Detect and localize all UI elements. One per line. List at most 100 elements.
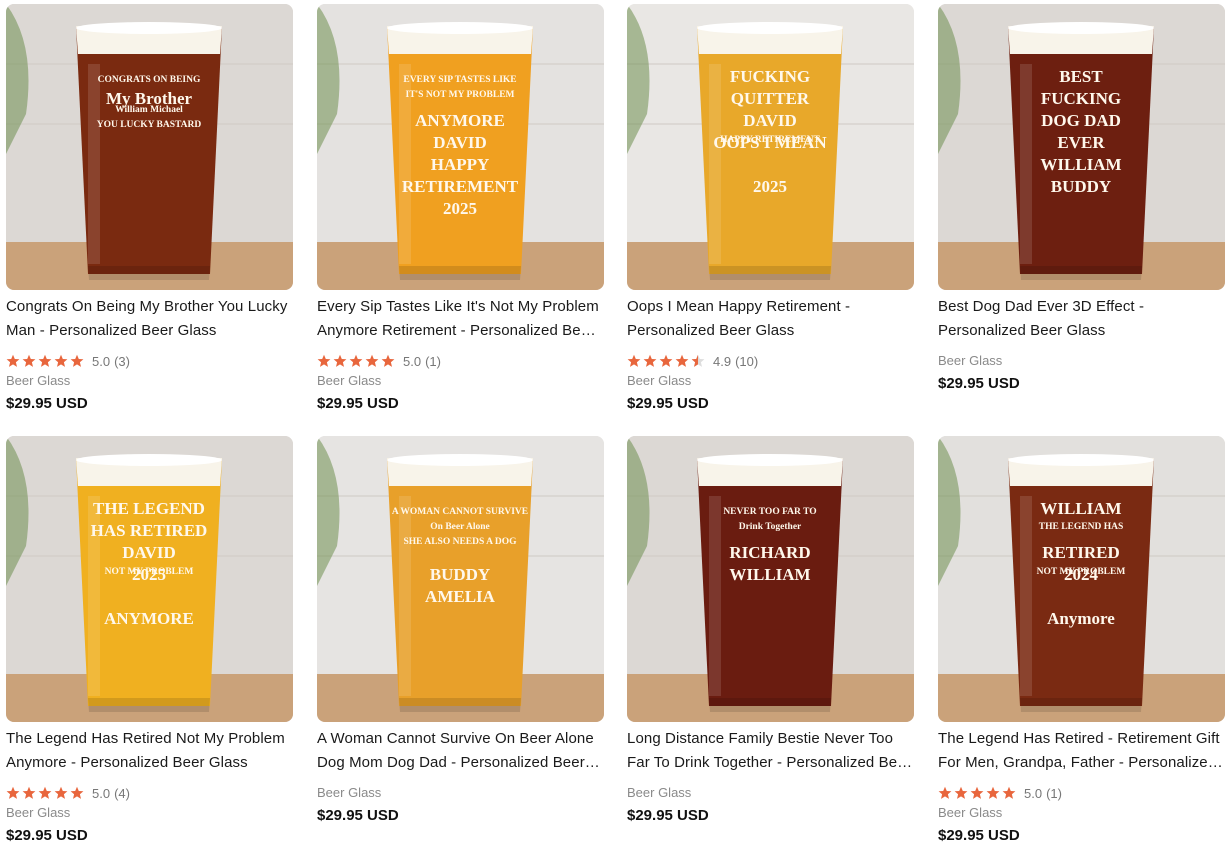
product-title[interactable]: The Legend Has Retired - Retirement Gift… bbox=[938, 727, 1225, 775]
product-thumbnail[interactable]: THE LEGEND HAS RETIRED DAVID 2025 NOT MY PRO… bbox=[6, 436, 293, 722]
product-image: BEST FUCKING DOG DAD EVER WILLIAM BUDDY bbox=[938, 4, 1225, 290]
glass-print-text: ANYMORE bbox=[415, 111, 505, 130]
product-card[interactable]: FUCKING QUITTER DAVID OOPS I MEAN HAPPY RETI… bbox=[627, 4, 914, 415]
glass-print-text: WILLIAM bbox=[1040, 499, 1121, 518]
glass-print-text: DAVID bbox=[433, 133, 487, 152]
star-icon bbox=[938, 786, 952, 799]
product-grid: CONGRATS ON BEING My Brother William Micha… bbox=[0, 0, 1226, 845]
glass-print-text: BUDDY bbox=[1051, 177, 1111, 196]
product-thumbnail[interactable]: EVERY SIP TASTES LIKE IT'S NOT MY PROBLEM… bbox=[317, 4, 604, 290]
glass-print-text: Anymore bbox=[1047, 609, 1115, 628]
star-icon bbox=[70, 354, 84, 367]
product-rating: 5.0 (1) bbox=[938, 784, 1225, 802]
product-thumbnail[interactable]: A WOMAN CANNOT SURVIVE On Beer Alone SHE A… bbox=[317, 436, 604, 722]
glass-print-text: QUITTER bbox=[731, 89, 810, 108]
product-image: FUCKINGQUITTERDAVIDOOPS I MEANHAPPY RETI… bbox=[627, 4, 914, 290]
star-rating bbox=[627, 354, 707, 368]
product-title[interactable]: Oops I Mean Happy Retirement - Personali… bbox=[627, 295, 914, 343]
product-title[interactable]: Every Sip Tastes Like It's Not My Proble… bbox=[317, 295, 604, 343]
glass-print-text: 2025 bbox=[443, 199, 477, 218]
product-category: Beer Glass bbox=[317, 785, 382, 800]
product-title[interactable]: The Legend Has Retired Not My Problem An… bbox=[6, 727, 293, 775]
glass-print-text: SHE ALSO NEEDS A DOG bbox=[404, 537, 518, 547]
glass-print-text: IT'S NOT MY PROBLEM bbox=[406, 90, 515, 100]
star-icon bbox=[659, 354, 673, 367]
product-thumbnail[interactable]: WILLIAM THE LEGEND HAS RETIRED 2024 NOT MY P… bbox=[938, 436, 1225, 722]
review-count: (3) bbox=[114, 353, 130, 369]
product-card[interactable]: EVERY SIP TASTES LIKE IT'S NOT MY PROBLEM… bbox=[317, 4, 604, 415]
product-card[interactable]: CONGRATS ON BEING My Brother William Micha… bbox=[6, 4, 293, 415]
star-icon bbox=[675, 354, 689, 367]
glass-print-text: EVERY SIP TASTES LIKE bbox=[403, 75, 516, 85]
glass-print-text: FUCKING bbox=[1041, 89, 1121, 108]
product-price: $29.95 USD bbox=[938, 827, 1020, 844]
product-title[interactable]: Long Distance Family Bestie Never Too Fa… bbox=[627, 727, 914, 775]
star-icon bbox=[970, 786, 984, 799]
product-category: Beer Glass bbox=[627, 785, 692, 800]
product-rating: 5.0 (3) bbox=[6, 352, 293, 370]
product-rating: 5.0 (1) bbox=[317, 352, 604, 370]
glass-print-text: DAVID bbox=[122, 543, 176, 562]
product-card[interactable]: THE LEGEND HAS RETIRED DAVID 2025 NOT MY PRO… bbox=[6, 436, 293, 845]
glass-print-text: Drink Together bbox=[739, 522, 802, 532]
product-card[interactable]: NEVER TOO FAR TO Drink Together RICHARD WIL… bbox=[627, 436, 914, 827]
rating-value: 5.0 bbox=[1024, 785, 1043, 801]
glass-print-text: YOU LUCKY BASTARD bbox=[97, 120, 202, 130]
star-icon bbox=[1002, 786, 1016, 799]
glass-print-text: BUDDY bbox=[430, 565, 490, 584]
product-card[interactable]: BEST FUCKING DOG DAD EVER WILLIAM BUDDY Best … bbox=[938, 4, 1225, 395]
product-card[interactable]: A WOMAN CANNOT SURVIVE On Beer Alone SHE A… bbox=[317, 436, 604, 827]
product-thumbnail[interactable]: BEST FUCKING DOG DAD EVER WILLIAM BUDDY bbox=[938, 4, 1225, 290]
product-image: CONGRATS ON BEINGMy BrotherWilliam Micha… bbox=[6, 4, 293, 290]
product-image: WILLIAMTHE LEGEND HASRETIRED2024NOT MY P… bbox=[938, 436, 1225, 722]
star-icon bbox=[381, 354, 395, 367]
glass-print-text: EVER bbox=[1057, 133, 1105, 152]
glass-print-text: WILLIAM bbox=[1040, 155, 1121, 174]
product-thumbnail[interactable]: CONGRATS ON BEING My Brother William Micha… bbox=[6, 4, 293, 290]
rating-value: 5.0 bbox=[92, 353, 111, 369]
star-icon bbox=[6, 354, 20, 367]
glass-print-text: DAVID bbox=[743, 111, 797, 130]
star-icon bbox=[54, 786, 68, 799]
rating-value: 5.0 bbox=[403, 353, 422, 369]
glass-print-text: THE LEGEND HAS bbox=[1039, 522, 1123, 532]
product-price: $29.95 USD bbox=[938, 375, 1020, 392]
glass-print-text: WILLIAM bbox=[729, 565, 810, 584]
product-card[interactable]: WILLIAM THE LEGEND HAS RETIRED 2024 NOT MY P… bbox=[938, 436, 1225, 845]
rating-value: 5.0 bbox=[92, 785, 111, 801]
product-title[interactable]: Best Dog Dad Ever 3D Effect - Personaliz… bbox=[938, 295, 1225, 343]
glass-print-text: AMELIA bbox=[425, 587, 496, 606]
glass-print-text: NEVER TOO FAR TO bbox=[723, 507, 816, 517]
product-rating: 5.0 (4) bbox=[6, 784, 293, 802]
glass-print-text: RETIREMENT bbox=[402, 177, 519, 196]
product-category: Beer Glass bbox=[627, 373, 692, 388]
glass-print-text: BEST bbox=[1059, 67, 1103, 86]
product-price: $29.95 USD bbox=[6, 395, 88, 412]
star-icon bbox=[333, 354, 347, 367]
star-rating bbox=[317, 354, 397, 368]
glass-print-text: NOT MY PROBLEM bbox=[1037, 567, 1126, 577]
glass-print-text: William Michael bbox=[115, 105, 183, 115]
star-rating bbox=[6, 786, 86, 800]
product-title[interactable]: Congrats On Being My Brother You Lucky M… bbox=[6, 295, 293, 343]
glass-print-text: ANYMORE bbox=[104, 609, 194, 628]
star-rating bbox=[938, 786, 1018, 800]
glass-print-text: NOT MY PROBLEM bbox=[105, 567, 194, 577]
star-icon bbox=[643, 354, 657, 367]
product-price: $29.95 USD bbox=[627, 807, 709, 824]
product-thumbnail[interactable]: NEVER TOO FAR TO Drink Together RICHARD WIL… bbox=[627, 436, 914, 722]
star-icon bbox=[38, 786, 52, 799]
star-icon bbox=[70, 786, 84, 799]
product-price: $29.95 USD bbox=[627, 395, 709, 412]
glass-print-text: THE LEGEND bbox=[93, 499, 205, 518]
product-title[interactable]: A Woman Cannot Survive On Beer Alone Dog… bbox=[317, 727, 604, 775]
star-icon bbox=[22, 786, 36, 799]
product-thumbnail[interactable]: FUCKING QUITTER DAVID OOPS I MEAN HAPPY RETI… bbox=[627, 4, 914, 290]
product-category: Beer Glass bbox=[938, 353, 1003, 368]
star-half-icon bbox=[691, 354, 705, 367]
product-image: EVERY SIP TASTES LIKE IT'S NOT MY PROBLEM… bbox=[317, 4, 604, 290]
star-icon bbox=[954, 786, 968, 799]
star-icon bbox=[22, 354, 36, 367]
star-icon bbox=[54, 354, 68, 367]
glass-print-text: DOG DAD bbox=[1041, 111, 1121, 130]
